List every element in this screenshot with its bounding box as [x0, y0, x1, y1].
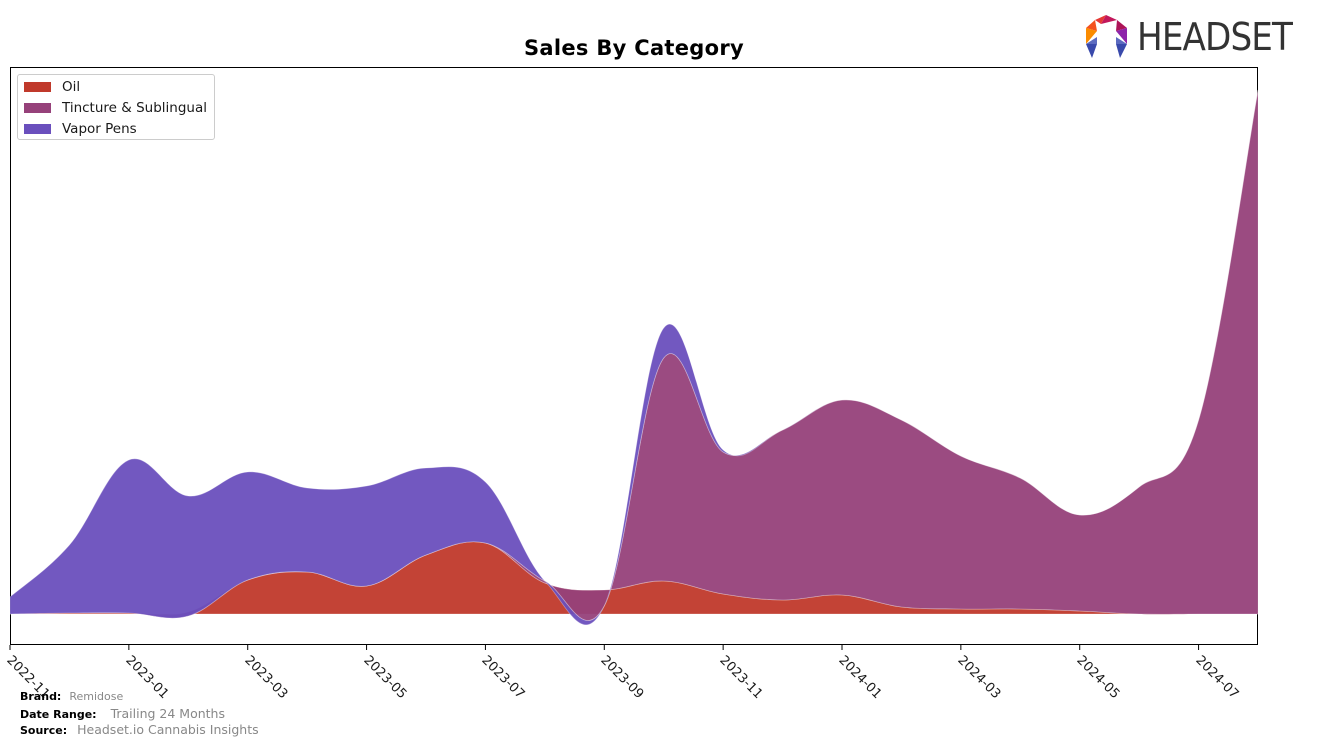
legend-swatch-tincture — [24, 103, 51, 113]
footer-source-value: Headset.io Cannabis Insights — [77, 722, 259, 737]
legend-item-oil: Oil — [24, 78, 80, 96]
footer-brand-value: Remidose — [69, 690, 124, 703]
legend-item-vapor-pens: Vapor Pens — [24, 120, 137, 138]
legend-label: Tincture & Sublingual — [62, 100, 207, 116]
legend: Oil Tincture & Sublingual Vapor Pens — [17, 74, 215, 140]
footer-date-range-label: Date Range: — [20, 708, 97, 721]
footer-date-range: Date Range: Trailing 24 Months — [20, 706, 225, 721]
footer-date-range-value: Trailing 24 Months — [110, 706, 225, 721]
legend-swatch-oil — [24, 82, 51, 92]
footer-brand-label: Brand: — [20, 690, 62, 703]
footer-source-label: Source: — [20, 724, 68, 737]
legend-label: Vapor Pens — [62, 121, 137, 137]
legend-item-tincture: Tincture & Sublingual — [24, 99, 207, 117]
legend-swatch-vapor-pens — [24, 124, 51, 134]
legend-label: Oil — [62, 79, 81, 95]
footer-source: Source: Headset.io Cannabis Insights — [20, 722, 259, 737]
footer-brand: Brand: Remidose — [20, 690, 123, 703]
